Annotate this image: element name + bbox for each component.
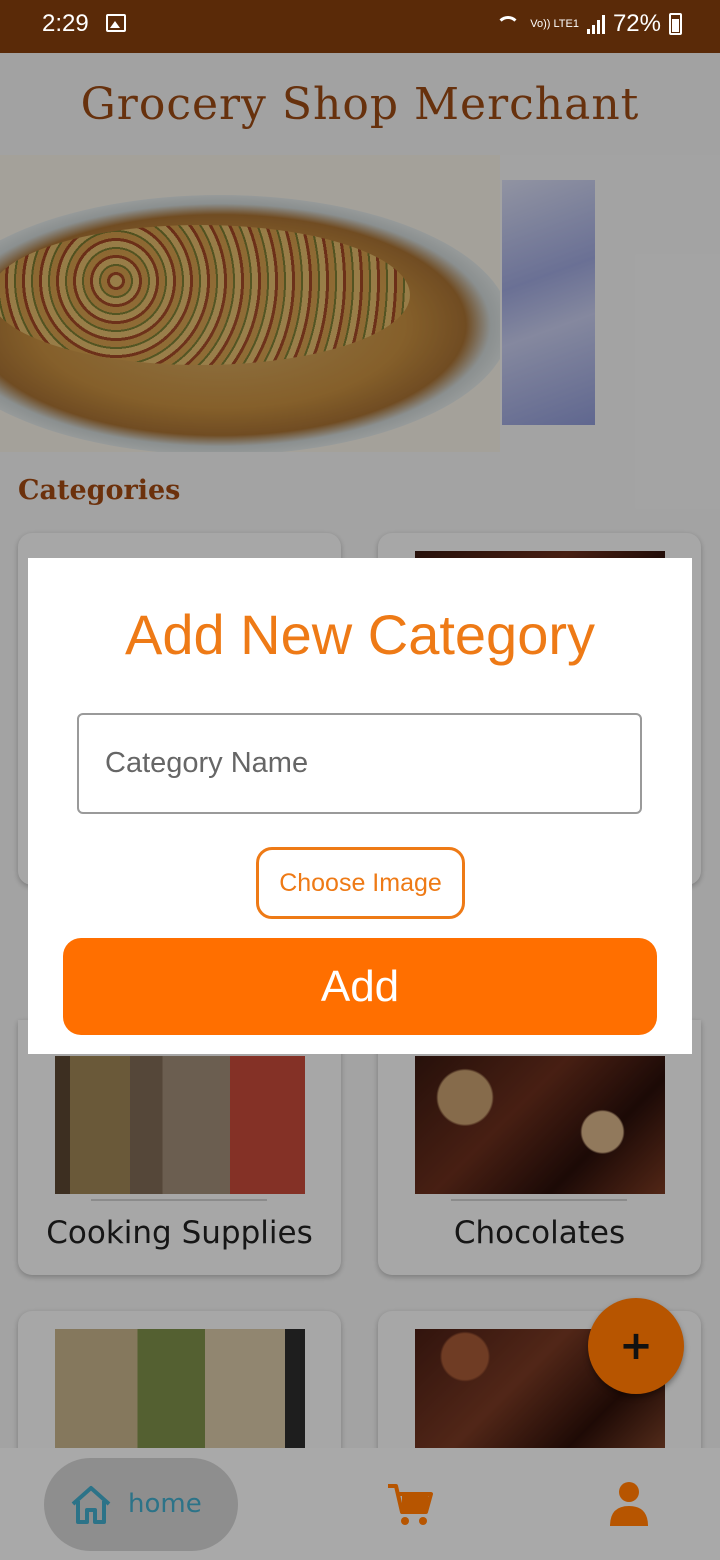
dialog-title: Add New Category [124,603,595,666]
choose-image-button[interactable]: Choose Image [256,847,465,919]
battery-icon [669,13,682,35]
plus-icon: + [619,1323,653,1369]
nav-home[interactable]: home [44,1458,238,1551]
add-category-fab[interactable]: + [588,1298,684,1394]
cart-icon[interactable] [386,1482,434,1528]
category-name-input[interactable] [77,713,642,814]
battery-percent: 72% [612,10,661,37]
nav-home-label: home [128,1489,202,1519]
add-category-dialog: Add New Category Choose Image Add [28,558,692,1054]
image-notification-icon [106,14,126,32]
signal-icon [586,14,605,34]
wifi-icon [496,14,522,34]
profile-icon[interactable] [608,1480,650,1528]
status-indicators: Vo)) LTE1 72% [496,10,682,38]
bottom-navigation: home [0,1448,720,1560]
add-button[interactable]: Add [63,938,657,1035]
home-icon [71,1486,111,1524]
status-time: 2:29 [42,10,89,37]
status-bar: 2:29 Vo)) LTE1 72% [0,0,720,53]
lte-indicator: Vo)) LTE1 [530,17,579,30]
